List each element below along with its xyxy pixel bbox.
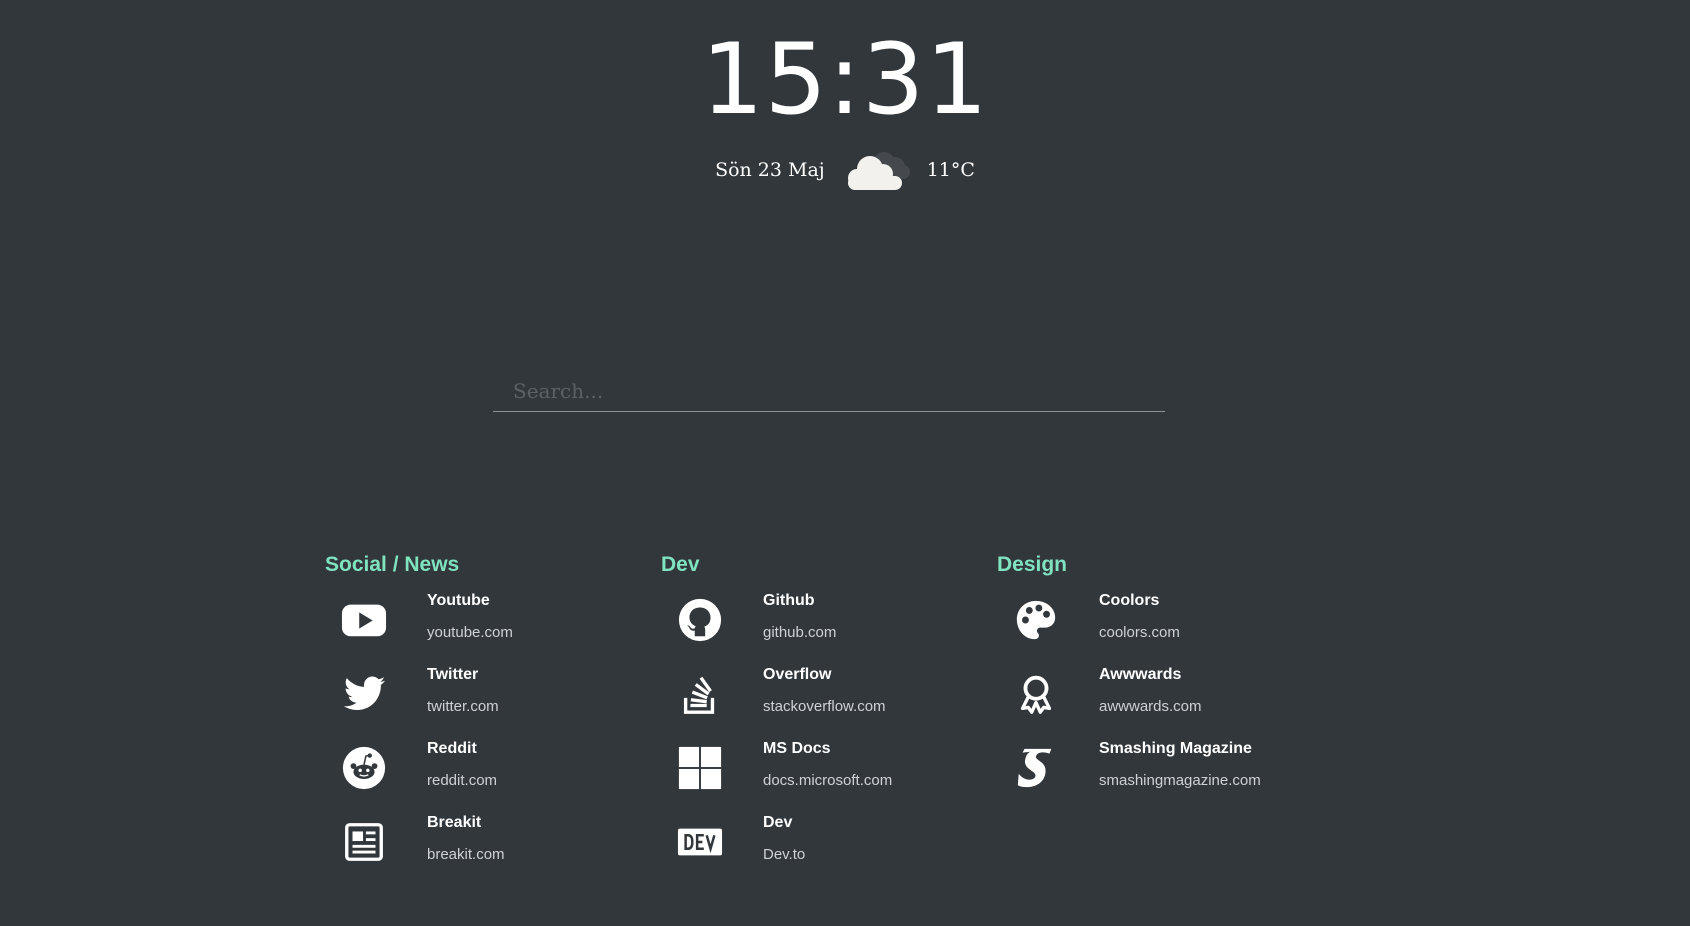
link-twitter[interactable]: Twitter twitter.com — [325, 665, 645, 725]
link-name: Awwwards — [1099, 666, 1182, 683]
link-url: Dev.to — [763, 846, 806, 863]
link-url: reddit.com — [427, 772, 498, 789]
windows-icon — [677, 745, 723, 791]
clock-time: 15:31 — [701, 23, 989, 137]
newspaper-icon — [341, 819, 387, 865]
category-social-news: Social / News Youtube youtube.com Twitte… — [325, 551, 645, 863]
dev-icon — [677, 819, 723, 865]
link-url: github.com — [763, 624, 837, 641]
link-url: youtube.com — [427, 624, 513, 641]
link-youtube[interactable]: Youtube youtube.com — [325, 591, 645, 651]
link-name: Smashing Magazine — [1099, 740, 1252, 757]
link-url: stackoverflow.com — [763, 698, 886, 715]
category-title: Dev — [661, 553, 700, 576]
search-input[interactable] — [493, 370, 1165, 411]
link-name: Reddit — [427, 740, 477, 757]
link-dev[interactable]: Dev Dev.to — [661, 813, 981, 873]
twitter-icon — [341, 671, 387, 717]
category-design: Design Coolors coolors.com Awwwards awww… — [997, 551, 1317, 789]
temperature-label: 11°C — [926, 159, 975, 181]
link-reddit[interactable]: Reddit reddit.com — [325, 739, 645, 799]
smashing-icon — [1013, 745, 1059, 791]
link-awwwards[interactable]: Awwwards awwwards.com — [997, 665, 1317, 725]
link-overflow[interactable]: Overflow stackoverflow.com — [661, 665, 981, 725]
link-name: MS Docs — [763, 740, 831, 757]
date-label: Sön 23 Maj — [715, 159, 825, 181]
link-url: smashingmagazine.com — [1099, 772, 1261, 789]
link-name: Breakit — [427, 814, 482, 831]
link-url: breakit.com — [427, 846, 505, 863]
link-url: awwwards.com — [1099, 698, 1202, 715]
link-smashing-magazine[interactable]: Smashing Magazine smashingmagazine.com — [997, 739, 1317, 799]
category-title: Design — [997, 553, 1068, 576]
award-icon — [1013, 671, 1059, 717]
info-bar: Sön 23 Maj 11°C — [0, 145, 1690, 195]
link-name: Coolors — [1099, 592, 1160, 609]
link-ms-docs[interactable]: MS Docs docs.microsoft.com — [661, 739, 981, 799]
youtube-icon — [341, 597, 387, 643]
category-title: Social / News — [325, 553, 460, 576]
reddit-icon — [341, 745, 387, 791]
category-dev: Dev Github github.com Overflow stackover… — [661, 551, 981, 863]
link-url: docs.microsoft.com — [763, 772, 893, 789]
link-name: Overflow — [763, 666, 832, 683]
search-bar — [493, 370, 1165, 412]
link-breakit[interactable]: Breakit breakit.com — [325, 813, 645, 873]
stackoverflow-icon — [677, 671, 723, 717]
link-coolors[interactable]: Coolors coolors.com — [997, 591, 1317, 651]
link-name: Twitter — [427, 666, 479, 683]
link-url: coolors.com — [1099, 624, 1180, 641]
palette-icon — [1013, 597, 1059, 643]
cloud-icon — [847, 152, 910, 190]
github-icon — [677, 597, 723, 643]
link-name: Dev — [763, 814, 793, 831]
link-name: Youtube — [427, 592, 490, 609]
link-github[interactable]: Github github.com — [661, 591, 981, 651]
link-name: Github — [763, 592, 815, 609]
link-url: twitter.com — [427, 698, 499, 715]
